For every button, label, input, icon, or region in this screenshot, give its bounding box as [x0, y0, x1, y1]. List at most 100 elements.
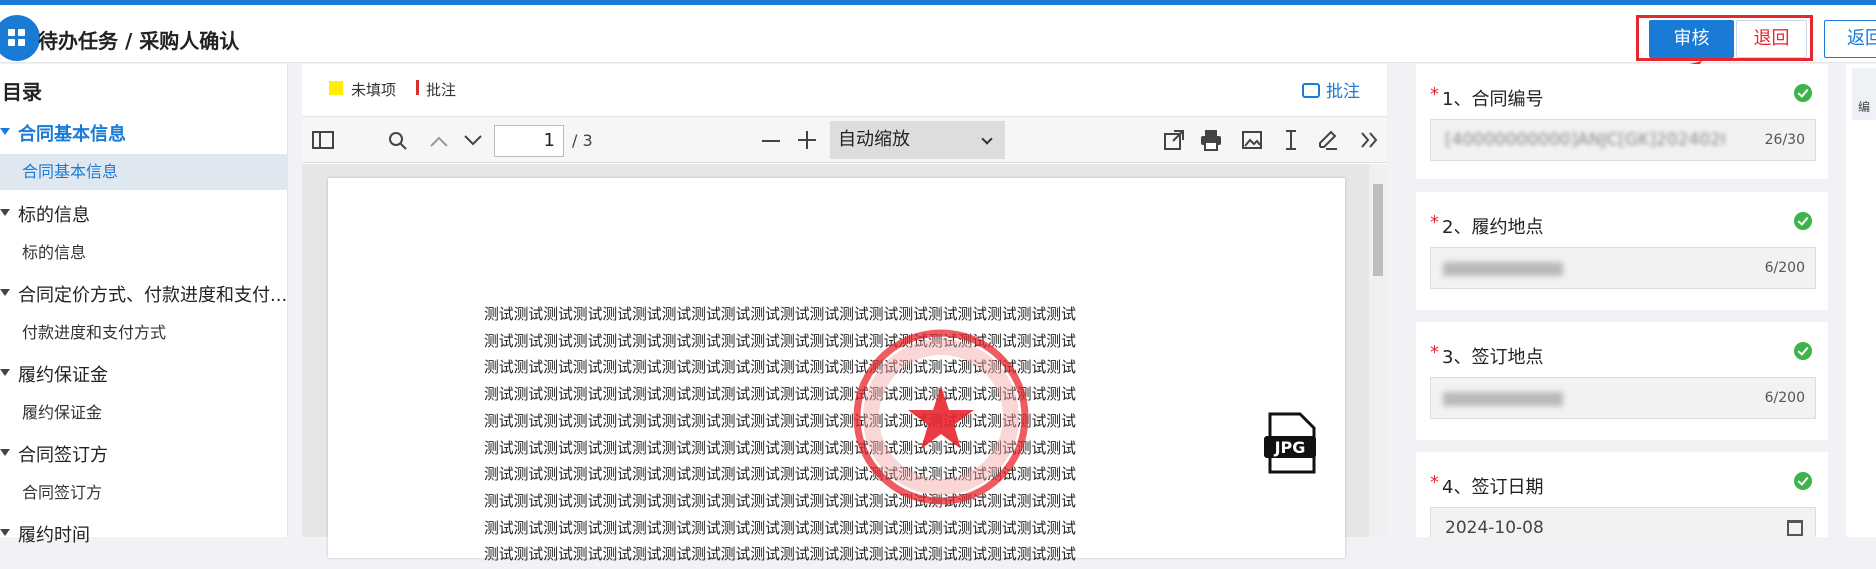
toc-label: 标的信息 [18, 205, 90, 226]
toc-item-deposit[interactable]: 履约保证金 [0, 395, 288, 431]
jpg-file-icon[interactable]: JPG [1262, 412, 1318, 474]
toc-label: 合同定价方式、付款进度和支付... [18, 285, 288, 306]
text-line: 测试测试测试测试测试测试测试测试测试测试测试测试测试测试测试测试测试测试测试测试 [484, 386, 1076, 404]
text-line: 测试测试测试测试测试测试测试测试测试测试测试测试测试测试测试测试测试测试测试测试 [484, 492, 1076, 510]
chevron-down-icon [981, 133, 993, 145]
toc-item-payment[interactable]: 付款进度和支付方式 [0, 315, 288, 351]
page-number-input[interactable]: 1 [494, 125, 564, 157]
toc-label: 履约时间 [18, 525, 90, 546]
note-swatch [416, 80, 419, 95]
scrollbar-thumb[interactable] [1373, 184, 1383, 276]
unfilled-swatch [329, 81, 343, 95]
toc-title: 目录 [2, 80, 42, 104]
open-external-icon[interactable] [1164, 130, 1184, 150]
text-line: 测试测试测试测试测试测试测试测试测试测试测试测试测试测试测试测试测试测试测试测试 [484, 466, 1076, 484]
field-label: 4、签订日期 [1442, 477, 1544, 498]
contract-no-input[interactable]: [40000000000]ANJC[GK]2024020 26/30 [1430, 119, 1816, 161]
next-page-icon[interactable] [463, 134, 483, 148]
performance-place-input[interactable]: 6/200 [1430, 247, 1816, 289]
text-line: 测试测试测试测试测试测试测试测试测试测试测试测试测试测试测试测试测试测试测试测试 [484, 519, 1076, 537]
print-icon[interactable] [1200, 129, 1222, 151]
char-count: 6/200 [1764, 260, 1805, 276]
required-mark: * [1430, 472, 1439, 493]
toc-item-subject[interactable]: 标的信息 [0, 235, 288, 271]
legend-note-label: 批注 [426, 81, 457, 99]
page-body-text: 测试测试测试测试测试测试测试测试测试测试测试测试测试测试测试测试测试测试测试测试… [484, 302, 1194, 569]
search-icon[interactable] [387, 130, 409, 152]
toc-label: 履约保证金 [18, 365, 108, 386]
toc-section-subject[interactable]: 标的信息 [0, 201, 288, 227]
caret-down-icon [0, 369, 10, 376]
field-value: 2024-10-08 [1445, 518, 1544, 537]
text-line: 测试测试测试测试测试测试测试测试测试测试测试测试测试测试测试测试测试测试测试测试 [484, 546, 1076, 564]
check-circle-icon [1794, 472, 1812, 490]
legend-unfilled-label: 未填项 [351, 81, 397, 99]
legend-bar: 未填项 批注 批注 [302, 64, 1387, 114]
redacted-value [1443, 392, 1563, 406]
redacted-value [1443, 262, 1563, 276]
toc-section-contract-basic[interactable]: 合同基本信息 [0, 120, 288, 146]
pdf-page: 测试测试测试测试测试测试测试测试测试测试测试测试测试测试测试测试测试测试测试测试… [328, 178, 1345, 563]
right-edge-panel: 编 [1846, 64, 1876, 537]
double-chevron-right-icon[interactable] [1360, 132, 1380, 148]
caret-down-icon [0, 449, 10, 456]
pdf-canvas-area[interactable]: 测试测试测试测试测试测试测试测试测试测试测试测试测试测试测试测试测试测试测试测试… [302, 164, 1387, 563]
form-panel: * 1、合同编号 [40000000000]ANJC[GK]2024020 26… [1400, 64, 1836, 537]
text-cursor-icon[interactable] [1284, 129, 1298, 151]
caret-down-icon [0, 209, 10, 216]
required-mark: * [1430, 342, 1439, 363]
previous-page-icon[interactable] [429, 134, 449, 148]
field-label: 3、签订地点 [1442, 347, 1544, 368]
check-circle-icon [1794, 212, 1812, 230]
field-card-signing-place: * 3、签订地点 6/200 [1416, 322, 1828, 440]
edit-tab[interactable]: 编 [1852, 68, 1876, 120]
zoom-in-icon[interactable] [798, 131, 816, 149]
document-viewer: 未填项 批注 批注 1 / 3 自动缩放 测试测试测试测试测试测试测试测试测试测… [302, 64, 1387, 563]
pdf-scrollbar[interactable] [1369, 164, 1387, 537]
signing-place-input[interactable]: 6/200 [1430, 377, 1816, 419]
required-mark: * [1430, 212, 1439, 233]
toc-section-performance-time[interactable]: 履约时间 [0, 521, 288, 547]
toc-section-pricing[interactable]: 合同定价方式、付款进度和支付... [0, 281, 288, 307]
field-card-contract-no: * 1、合同编号 [40000000000]ANJC[GK]2024020 26… [1416, 64, 1828, 179]
caret-down-icon [0, 289, 10, 296]
text-line: 测试测试测试测试测试测试测试测试测试测试测试测试测试测试测试测试测试测试测试测试 [484, 306, 1076, 323]
check-circle-icon [1794, 84, 1812, 102]
toc-item-parties[interactable]: 合同签订方 [0, 475, 288, 511]
toc-sidebar: 目录 合同基本信息 合同基本信息 标的信息 标的信息 合同定价方式、付款进度和支… [0, 64, 288, 546]
draw-pencil-icon[interactable] [1316, 129, 1338, 151]
caret-down-icon [0, 529, 10, 536]
jpg-label: JPG [1274, 438, 1306, 457]
char-count: 26/30 [1764, 132, 1805, 148]
field-label: 1、合同编号 [1442, 89, 1544, 110]
image-icon[interactable] [1242, 131, 1262, 149]
field-label: 2、履约地点 [1442, 217, 1544, 238]
toc-item-contract-basic[interactable]: 合同基本信息 [0, 154, 288, 190]
toc-section-deposit[interactable]: 履约保证金 [0, 361, 288, 387]
pdf-toolbar: 1 / 3 自动缩放 [302, 116, 1387, 163]
field-card-performance-place: * 2、履约地点 6/200 [1416, 192, 1828, 310]
sidebar-toggle-icon[interactable] [312, 131, 334, 149]
comment-icon [1302, 83, 1320, 98]
toc-section-parties[interactable]: 合同签订方 [0, 441, 288, 467]
official-seal-stamp [853, 329, 1029, 505]
toc-label: 合同签订方 [18, 445, 108, 466]
zoom-out-icon[interactable] [762, 139, 780, 143]
text-line: 测试测试测试测试测试测试测试测试测试测试测试测试测试测试测试测试测试测试测试测试 [484, 359, 1076, 377]
text-line: 测试测试测试测试测试测试测试测试测试测试测试测试测试测试测试测试测试测试测试测试 [484, 332, 1076, 350]
field-card-signing-date: * 4、签订日期 2024-10-08 [1416, 452, 1828, 537]
caret-down-icon [0, 128, 10, 135]
text-line: 测试测试测试测试测试测试测试测试测试测试测试测试测试测试测试测试测试测试测试测试 [484, 439, 1076, 457]
calendar-icon[interactable] [1787, 520, 1803, 536]
char-count: 6/200 [1764, 390, 1805, 406]
signing-date-input[interactable]: 2024-10-08 [1430, 507, 1816, 537]
required-mark: * [1430, 84, 1439, 105]
field-value: [40000000000]ANJC[GK]2024020 [1445, 130, 1725, 150]
annotate-label: 批注 [1326, 82, 1360, 102]
zoom-select[interactable]: 自动缩放 [830, 121, 1005, 159]
check-circle-icon [1794, 342, 1812, 360]
text-line: 测试测试测试测试测试测试测试测试测试测试测试测试测试测试测试测试测试测试测试测试 [484, 412, 1076, 430]
page-total: / 3 [572, 131, 593, 150]
toc-label: 合同基本信息 [18, 124, 126, 145]
annotate-button[interactable]: 批注 [1302, 77, 1360, 102]
